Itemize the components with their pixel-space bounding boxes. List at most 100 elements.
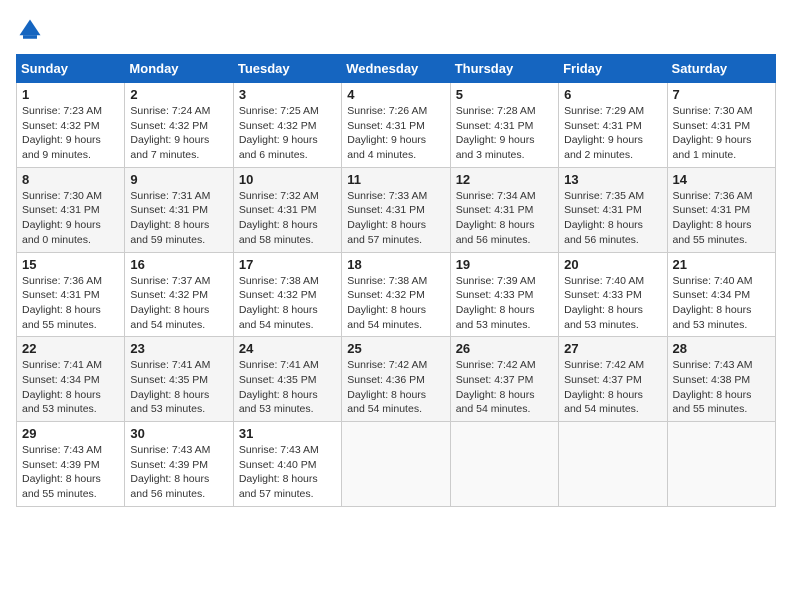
- calendar-cell: 19 Sunrise: 7:39 AMSunset: 4:33 PMDaylig…: [450, 252, 558, 337]
- calendar-cell: 7 Sunrise: 7:30 AMSunset: 4:31 PMDayligh…: [667, 83, 775, 168]
- day-number: 24: [239, 341, 336, 356]
- day-number: 27: [564, 341, 661, 356]
- column-header-thursday: Thursday: [450, 55, 558, 83]
- calendar-cell: 29 Sunrise: 7:43 AMSunset: 4:39 PMDaylig…: [17, 422, 125, 507]
- calendar-cell: 9 Sunrise: 7:31 AMSunset: 4:31 PMDayligh…: [125, 167, 233, 252]
- calendar-table: SundayMondayTuesdayWednesdayThursdayFrid…: [16, 54, 776, 507]
- calendar-cell: [667, 422, 775, 507]
- day-number: 25: [347, 341, 444, 356]
- calendar-cell: 6 Sunrise: 7:29 AMSunset: 4:31 PMDayligh…: [559, 83, 667, 168]
- calendar-cell: 23 Sunrise: 7:41 AMSunset: 4:35 PMDaylig…: [125, 337, 233, 422]
- day-number: 26: [456, 341, 553, 356]
- day-number: 13: [564, 172, 661, 187]
- calendar-cell: 16 Sunrise: 7:37 AMSunset: 4:32 PMDaylig…: [125, 252, 233, 337]
- calendar-cell: 12 Sunrise: 7:34 AMSunset: 4:31 PMDaylig…: [450, 167, 558, 252]
- day-number: 31: [239, 426, 336, 441]
- day-number: 30: [130, 426, 227, 441]
- calendar-cell: 11 Sunrise: 7:33 AMSunset: 4:31 PMDaylig…: [342, 167, 450, 252]
- calendar-cell: 31 Sunrise: 7:43 AMSunset: 4:40 PMDaylig…: [233, 422, 341, 507]
- calendar-cell: 24 Sunrise: 7:41 AMSunset: 4:35 PMDaylig…: [233, 337, 341, 422]
- calendar-cell: 14 Sunrise: 7:36 AMSunset: 4:31 PMDaylig…: [667, 167, 775, 252]
- calendar-cell: 20 Sunrise: 7:40 AMSunset: 4:33 PMDaylig…: [559, 252, 667, 337]
- calendar-cell: 4 Sunrise: 7:26 AMSunset: 4:31 PMDayligh…: [342, 83, 450, 168]
- day-info: Sunrise: 7:35 AMSunset: 4:31 PMDaylight:…: [564, 190, 644, 246]
- day-number: 16: [130, 257, 227, 272]
- day-info: Sunrise: 7:43 AMSunset: 4:40 PMDaylight:…: [239, 444, 319, 500]
- calendar-cell: 1 Sunrise: 7:23 AMSunset: 4:32 PMDayligh…: [17, 83, 125, 168]
- calendar-week-row: 8 Sunrise: 7:30 AMSunset: 4:31 PMDayligh…: [17, 167, 776, 252]
- day-info: Sunrise: 7:23 AMSunset: 4:32 PMDaylight:…: [22, 105, 102, 161]
- calendar-cell: 22 Sunrise: 7:41 AMSunset: 4:34 PMDaylig…: [17, 337, 125, 422]
- day-info: Sunrise: 7:33 AMSunset: 4:31 PMDaylight:…: [347, 190, 427, 246]
- calendar-cell: 13 Sunrise: 7:35 AMSunset: 4:31 PMDaylig…: [559, 167, 667, 252]
- day-number: 29: [22, 426, 119, 441]
- day-number: 15: [22, 257, 119, 272]
- calendar-week-row: 15 Sunrise: 7:36 AMSunset: 4:31 PMDaylig…: [17, 252, 776, 337]
- calendar-cell: 17 Sunrise: 7:38 AMSunset: 4:32 PMDaylig…: [233, 252, 341, 337]
- calendar-cell: 26 Sunrise: 7:42 AMSunset: 4:37 PMDaylig…: [450, 337, 558, 422]
- day-info: Sunrise: 7:38 AMSunset: 4:32 PMDaylight:…: [347, 275, 427, 331]
- page-header: [16, 16, 776, 44]
- column-header-sunday: Sunday: [17, 55, 125, 83]
- day-number: 20: [564, 257, 661, 272]
- day-info: Sunrise: 7:42 AMSunset: 4:36 PMDaylight:…: [347, 359, 427, 415]
- day-info: Sunrise: 7:37 AMSunset: 4:32 PMDaylight:…: [130, 275, 210, 331]
- day-info: Sunrise: 7:43 AMSunset: 4:39 PMDaylight:…: [22, 444, 102, 500]
- day-info: Sunrise: 7:36 AMSunset: 4:31 PMDaylight:…: [22, 275, 102, 331]
- calendar-cell: 18 Sunrise: 7:38 AMSunset: 4:32 PMDaylig…: [342, 252, 450, 337]
- logo-icon: [16, 16, 44, 44]
- calendar-header-row: SundayMondayTuesdayWednesdayThursdayFrid…: [17, 55, 776, 83]
- calendar-cell: 15 Sunrise: 7:36 AMSunset: 4:31 PMDaylig…: [17, 252, 125, 337]
- day-info: Sunrise: 7:29 AMSunset: 4:31 PMDaylight:…: [564, 105, 644, 161]
- day-info: Sunrise: 7:28 AMSunset: 4:31 PMDaylight:…: [456, 105, 536, 161]
- calendar-week-row: 29 Sunrise: 7:43 AMSunset: 4:39 PMDaylig…: [17, 422, 776, 507]
- day-info: Sunrise: 7:36 AMSunset: 4:31 PMDaylight:…: [673, 190, 753, 246]
- calendar-cell: 10 Sunrise: 7:32 AMSunset: 4:31 PMDaylig…: [233, 167, 341, 252]
- day-number: 8: [22, 172, 119, 187]
- day-number: 4: [347, 87, 444, 102]
- day-info: Sunrise: 7:24 AMSunset: 4:32 PMDaylight:…: [130, 105, 210, 161]
- day-info: Sunrise: 7:41 AMSunset: 4:35 PMDaylight:…: [130, 359, 210, 415]
- day-info: Sunrise: 7:43 AMSunset: 4:38 PMDaylight:…: [673, 359, 753, 415]
- day-number: 11: [347, 172, 444, 187]
- column-header-monday: Monday: [125, 55, 233, 83]
- day-number: 23: [130, 341, 227, 356]
- day-number: 10: [239, 172, 336, 187]
- calendar-cell: 27 Sunrise: 7:42 AMSunset: 4:37 PMDaylig…: [559, 337, 667, 422]
- calendar-cell: [559, 422, 667, 507]
- day-info: Sunrise: 7:26 AMSunset: 4:31 PMDaylight:…: [347, 105, 427, 161]
- day-number: 22: [22, 341, 119, 356]
- day-number: 12: [456, 172, 553, 187]
- day-info: Sunrise: 7:32 AMSunset: 4:31 PMDaylight:…: [239, 190, 319, 246]
- day-info: Sunrise: 7:30 AMSunset: 4:31 PMDaylight:…: [22, 190, 102, 246]
- column-header-friday: Friday: [559, 55, 667, 83]
- day-number: 17: [239, 257, 336, 272]
- day-info: Sunrise: 7:40 AMSunset: 4:33 PMDaylight:…: [564, 275, 644, 331]
- column-header-saturday: Saturday: [667, 55, 775, 83]
- calendar-cell: 21 Sunrise: 7:40 AMSunset: 4:34 PMDaylig…: [667, 252, 775, 337]
- calendar-cell: 2 Sunrise: 7:24 AMSunset: 4:32 PMDayligh…: [125, 83, 233, 168]
- day-info: Sunrise: 7:40 AMSunset: 4:34 PMDaylight:…: [673, 275, 753, 331]
- day-number: 18: [347, 257, 444, 272]
- day-number: 1: [22, 87, 119, 102]
- day-number: 21: [673, 257, 770, 272]
- day-number: 3: [239, 87, 336, 102]
- day-number: 7: [673, 87, 770, 102]
- calendar-cell: [450, 422, 558, 507]
- day-info: Sunrise: 7:30 AMSunset: 4:31 PMDaylight:…: [673, 105, 753, 161]
- column-header-wednesday: Wednesday: [342, 55, 450, 83]
- day-info: Sunrise: 7:39 AMSunset: 4:33 PMDaylight:…: [456, 275, 536, 331]
- day-number: 5: [456, 87, 553, 102]
- day-info: Sunrise: 7:31 AMSunset: 4:31 PMDaylight:…: [130, 190, 210, 246]
- calendar-cell: 25 Sunrise: 7:42 AMSunset: 4:36 PMDaylig…: [342, 337, 450, 422]
- day-number: 9: [130, 172, 227, 187]
- day-number: 2: [130, 87, 227, 102]
- day-info: Sunrise: 7:41 AMSunset: 4:35 PMDaylight:…: [239, 359, 319, 415]
- calendar-week-row: 1 Sunrise: 7:23 AMSunset: 4:32 PMDayligh…: [17, 83, 776, 168]
- calendar-cell: 28 Sunrise: 7:43 AMSunset: 4:38 PMDaylig…: [667, 337, 775, 422]
- day-info: Sunrise: 7:34 AMSunset: 4:31 PMDaylight:…: [456, 190, 536, 246]
- calendar-week-row: 22 Sunrise: 7:41 AMSunset: 4:34 PMDaylig…: [17, 337, 776, 422]
- day-info: Sunrise: 7:38 AMSunset: 4:32 PMDaylight:…: [239, 275, 319, 331]
- calendar-cell: 30 Sunrise: 7:43 AMSunset: 4:39 PMDaylig…: [125, 422, 233, 507]
- calendar-cell: 8 Sunrise: 7:30 AMSunset: 4:31 PMDayligh…: [17, 167, 125, 252]
